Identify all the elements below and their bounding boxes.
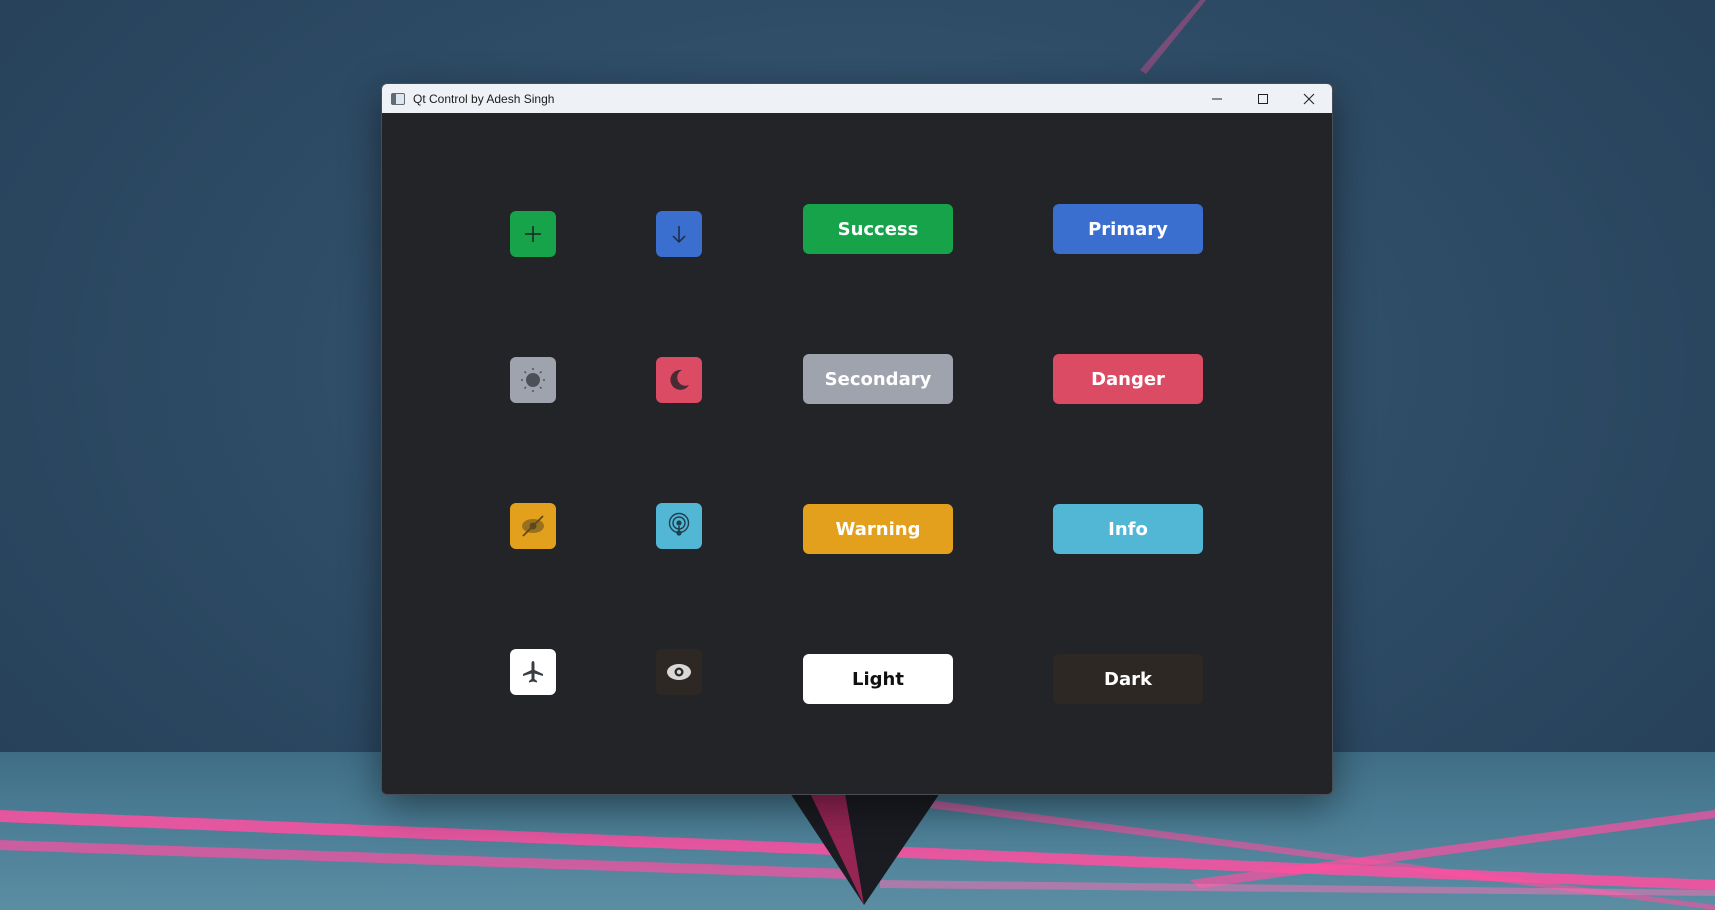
danger-button[interactable]: Danger: [1053, 354, 1203, 404]
secondary-button[interactable]: Secondary: [803, 354, 953, 404]
button-gallery: Success Primary Secondary Danger Warning…: [382, 113, 1332, 794]
hide-icon-button[interactable]: [510, 503, 556, 549]
primary-button[interactable]: Primary: [1053, 204, 1203, 254]
window-controls: [1194, 84, 1332, 113]
info-button-label: Info: [1108, 518, 1148, 540]
success-button-label: Success: [837, 218, 919, 240]
maximize-button[interactable]: [1240, 84, 1286, 113]
moon-icon: [670, 369, 689, 390]
minimize-button[interactable]: [1194, 84, 1240, 113]
download-icon-button[interactable]: [656, 211, 702, 257]
dark-mode-icon-button[interactable]: [656, 357, 702, 403]
airplane-mode-icon-button[interactable]: [510, 649, 556, 695]
sun-icon: [521, 368, 545, 392]
success-button[interactable]: Success: [803, 204, 953, 254]
maximize-icon: [1258, 93, 1268, 104]
broadcast-icon-button[interactable]: [656, 503, 702, 549]
app-window: Qt Control by Adesh Singh Success Primar…: [381, 83, 1333, 795]
title-bar[interactable]: Qt Control by Adesh Singh: [382, 84, 1332, 113]
airplane-icon: [523, 661, 543, 683]
window-title: Qt Control by Adesh Singh: [413, 91, 555, 106]
plus-icon: [525, 226, 541, 242]
close-icon: [1303, 93, 1315, 104]
info-button[interactable]: Info: [1053, 504, 1203, 554]
dark-button-label: Dark: [1104, 668, 1152, 690]
primary-button-label: Primary: [1088, 218, 1168, 240]
close-button[interactable]: [1286, 84, 1332, 113]
eye-slash-icon: [522, 515, 544, 537]
light-button[interactable]: Light: [803, 654, 953, 704]
minimize-icon: [1212, 98, 1222, 99]
light-mode-icon-button[interactable]: [510, 357, 556, 403]
app-icon: [391, 92, 405, 105]
secondary-button-label: Secondary: [824, 368, 932, 390]
light-button-label: Light: [852, 668, 904, 690]
dark-button[interactable]: Dark: [1053, 654, 1203, 704]
view-icon-button[interactable]: [656, 649, 702, 695]
eye-icon: [667, 664, 691, 680]
broadcast-icon: [668, 512, 690, 536]
arrow-down-icon: [672, 226, 686, 244]
danger-button-label: Danger: [1091, 368, 1165, 390]
add-icon-button[interactable]: [510, 211, 556, 257]
warning-button[interactable]: Warning: [803, 504, 953, 554]
warning-button-label: Warning: [835, 518, 921, 540]
